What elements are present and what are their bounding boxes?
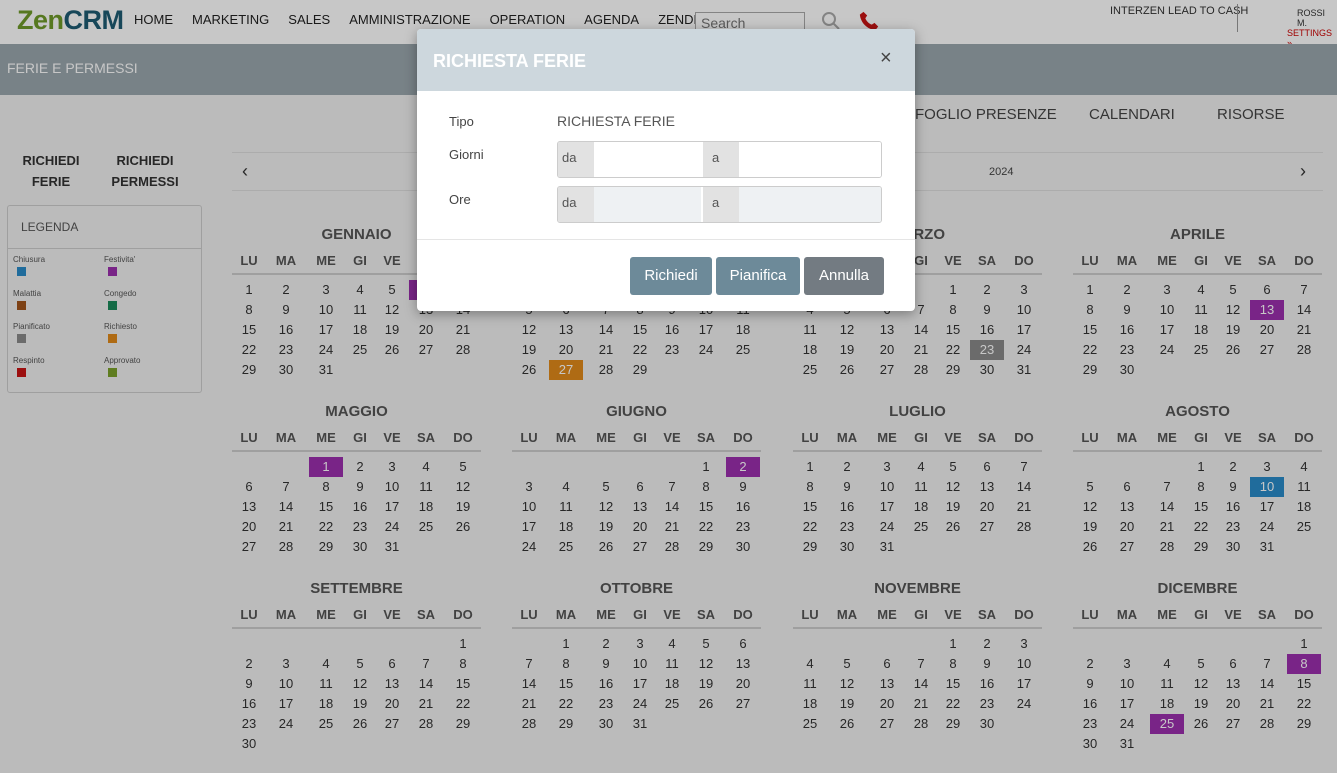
ore-a-addon: a [703,187,739,222]
annulla-button[interactable]: Annulla [804,257,884,295]
ore-label: Ore [449,192,471,207]
close-icon[interactable]: × [880,47,892,70]
giorni-a-addon: a [703,142,739,177]
giorni-a-input[interactable] [739,142,881,177]
modal-title: RICHIESTA FERIE [433,51,587,71]
pianifica-button[interactable]: Pianifica [716,257,800,295]
giorni-range: da a [557,141,882,178]
giorni-da-input[interactable] [594,142,701,177]
modal-footer-divider [417,239,915,240]
modal-header: RICHIESTA FERIE × [417,29,915,91]
richiedi-button[interactable]: Richiedi [630,257,712,295]
tipo-label: Tipo [449,114,474,129]
tipo-value: RICHIESTA FERIE [557,113,675,129]
ore-a-input[interactable] [739,187,881,222]
richiesta-ferie-modal: RICHIESTA FERIE × Tipo RICHIESTA FERIE G… [417,29,915,311]
ore-range: da a [557,186,882,223]
giorni-label: Giorni [449,147,484,162]
giorni-da-addon: da [558,142,594,177]
ore-da-input[interactable] [594,187,701,222]
ore-da-addon: da [558,187,594,222]
